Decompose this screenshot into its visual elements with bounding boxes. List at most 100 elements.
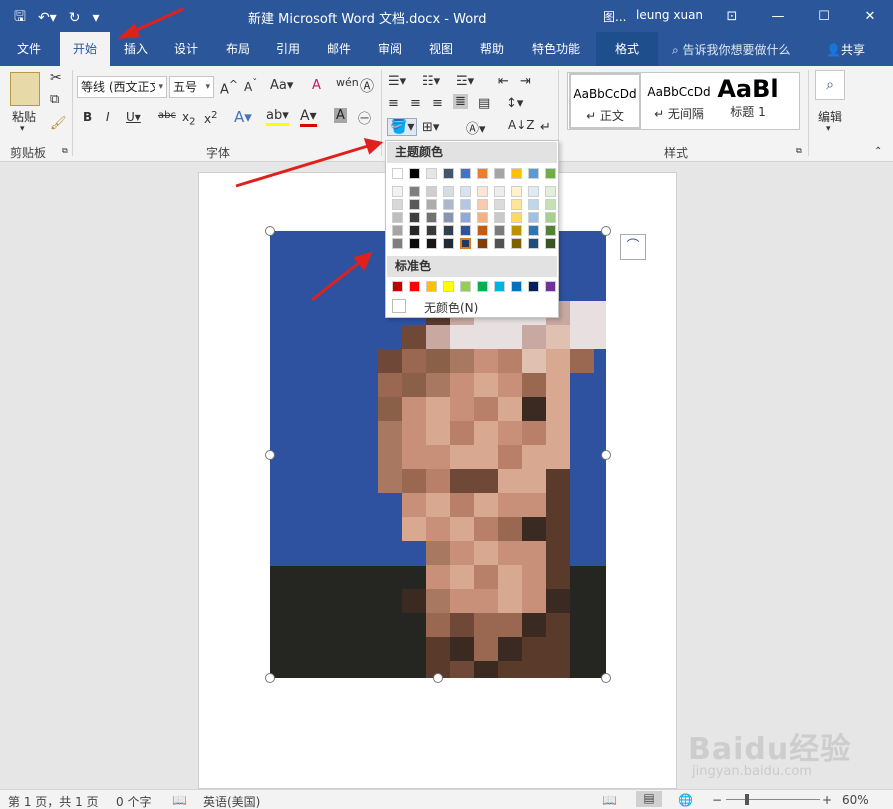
theme-shade-swatch[interactable]	[443, 238, 454, 249]
theme-shade-swatch[interactable]	[511, 186, 522, 197]
find-icon[interactable]: ⌕	[815, 70, 845, 100]
theme-color-swatch[interactable]	[494, 168, 505, 179]
zoom-level[interactable]: 60%	[842, 793, 869, 807]
standard-color-swatch[interactable]	[545, 281, 556, 292]
text-effects-icon[interactable]: A▾	[234, 108, 252, 126]
word-count[interactable]: 0 个字	[116, 793, 151, 809]
theme-shade-swatch[interactable]	[494, 212, 505, 223]
theme-shade-swatch[interactable]	[426, 186, 437, 197]
theme-shade-swatch[interactable]	[528, 238, 539, 249]
shrink-font-icon[interactable]: Aˇ	[244, 78, 257, 94]
theme-color-swatch[interactable]	[545, 168, 556, 179]
theme-shade-swatch[interactable]	[443, 186, 454, 197]
theme-shade-swatch[interactable]	[409, 186, 420, 197]
theme-shade-swatch[interactable]	[477, 212, 488, 223]
line-spacing-icon[interactable]: ↕▾	[506, 96, 523, 111]
clipboard-launcher-icon[interactable]: ⧉	[62, 146, 68, 156]
theme-shade-swatch[interactable]	[392, 212, 403, 223]
close-icon[interactable]: ✕	[847, 0, 893, 32]
italic-icon[interactable]: I	[106, 110, 110, 124]
theme-shade-swatch[interactable]	[426, 225, 437, 236]
zoom-slider-thumb[interactable]	[745, 794, 749, 805]
theme-color-swatch[interactable]	[528, 168, 539, 179]
theme-shade-swatch[interactable]	[477, 238, 488, 249]
theme-shade-swatch[interactable]	[545, 186, 556, 197]
resize-handle[interactable]	[433, 673, 443, 683]
resize-handle[interactable]	[265, 450, 275, 460]
undo-icon[interactable]: ↶▾	[38, 10, 57, 26]
increase-indent-icon[interactable]: ⇥	[520, 74, 531, 89]
tab-format[interactable]: 格式	[596, 32, 658, 66]
underline-icon[interactable]: U▾	[126, 110, 141, 124]
language[interactable]: 英语(美国)	[203, 793, 260, 809]
minimize-icon[interactable]: —	[755, 0, 801, 32]
ribbon-display-icon[interactable]: ⊡	[709, 0, 755, 32]
theme-shade-swatch[interactable]	[494, 186, 505, 197]
standard-color-swatch[interactable]	[392, 281, 403, 292]
theme-shade-swatch[interactable]	[426, 238, 437, 249]
theme-color-swatch[interactable]	[511, 168, 522, 179]
theme-color-swatch[interactable]	[426, 168, 437, 179]
theme-shade-swatch[interactable]	[528, 212, 539, 223]
layout-options-icon[interactable]: ⌒	[620, 234, 646, 260]
standard-color-swatch[interactable]	[477, 281, 488, 292]
enclose-char-icon[interactable]: Ⓐ	[360, 76, 374, 96]
theme-shade-swatch[interactable]	[545, 199, 556, 210]
style-no-spacing[interactable]: AaBbCcDd ↵ 无间隔	[643, 73, 715, 129]
theme-shade-swatch[interactable]	[460, 225, 471, 236]
theme-shade-swatch[interactable]	[545, 225, 556, 236]
format-painter-icon[interactable]: 🖌	[50, 116, 67, 131]
theme-shade-swatch[interactable]	[409, 225, 420, 236]
style-heading-1[interactable]: AaBl 标题 1	[716, 73, 780, 129]
superscript-icon[interactable]: x2	[204, 110, 217, 126]
theme-shade-swatch[interactable]	[528, 186, 539, 197]
zoom-out-icon[interactable]: −	[712, 793, 722, 807]
align-center-icon[interactable]: ≡	[410, 96, 421, 111]
strikethrough-icon[interactable]: abc	[158, 110, 176, 121]
justify-icon[interactable]: ≣	[453, 94, 468, 109]
standard-color-swatch[interactable]	[528, 281, 539, 292]
theme-color-swatch[interactable]	[460, 168, 471, 179]
tell-me-search[interactable]: ⌕ 告诉我你想要做什么	[672, 41, 791, 58]
grow-font-icon[interactable]: A^	[220, 78, 238, 97]
chinese-layout-icon[interactable]: Ⓐ▾	[466, 118, 486, 137]
collapse-ribbon-icon[interactable]: ⌃	[874, 146, 882, 157]
proofing-icon[interactable]: 📖	[172, 793, 187, 807]
print-layout-icon[interactable]: ▤	[636, 791, 662, 807]
decrease-indent-icon[interactable]: ⇤	[498, 74, 509, 89]
zoom-slider[interactable]	[726, 799, 820, 800]
shading-icon[interactable]: 🪣▾	[387, 118, 418, 136]
tab-view[interactable]: 视图	[419, 32, 463, 66]
font-size-combo[interactable]: 五号 ▾	[169, 76, 214, 98]
paste-label[interactable]: 粘贴	[12, 108, 36, 125]
resize-handle[interactable]	[601, 450, 611, 460]
distributed-icon[interactable]: ▤	[478, 96, 490, 111]
resize-handle[interactable]	[265, 673, 275, 683]
multilevel-list-icon[interactable]: ☲▾	[456, 74, 474, 89]
no-color-option[interactable]: 无颜色(N)	[392, 299, 556, 317]
theme-shade-swatch[interactable]	[511, 225, 522, 236]
theme-shade-swatch[interactable]	[426, 199, 437, 210]
theme-color-swatch[interactable]	[392, 168, 403, 179]
tab-design[interactable]: 设计	[164, 32, 208, 66]
standard-color-swatch[interactable]	[460, 281, 471, 292]
theme-color-swatch[interactable]	[443, 168, 454, 179]
standard-color-swatch[interactable]	[511, 281, 522, 292]
user-name[interactable]: leung xuan	[636, 8, 703, 22]
web-layout-icon[interactable]: 🌐	[678, 793, 693, 807]
styles-launcher-icon[interactable]: ⧉	[796, 146, 802, 156]
theme-shade-swatch[interactable]	[545, 238, 556, 249]
standard-color-swatch[interactable]	[426, 281, 437, 292]
theme-color-swatch[interactable]	[409, 168, 420, 179]
sort-icon[interactable]: A↓Z	[508, 118, 534, 132]
change-case-icon[interactable]: Aa▾	[270, 78, 293, 93]
theme-shade-swatch[interactable]	[392, 186, 403, 197]
align-right-icon[interactable]: ≡	[432, 96, 443, 111]
theme-shade-swatch[interactable]	[494, 199, 505, 210]
font-name-combo[interactable]: 等线 (西文正文) ▾	[77, 76, 167, 98]
theme-shade-swatch[interactable]	[426, 212, 437, 223]
editing-dropdown-icon[interactable]: ▾	[826, 124, 831, 134]
align-left-icon[interactable]: ≡	[388, 96, 399, 111]
theme-shade-swatch[interactable]	[545, 212, 556, 223]
cut-icon[interactable]: ✂	[50, 70, 62, 86]
